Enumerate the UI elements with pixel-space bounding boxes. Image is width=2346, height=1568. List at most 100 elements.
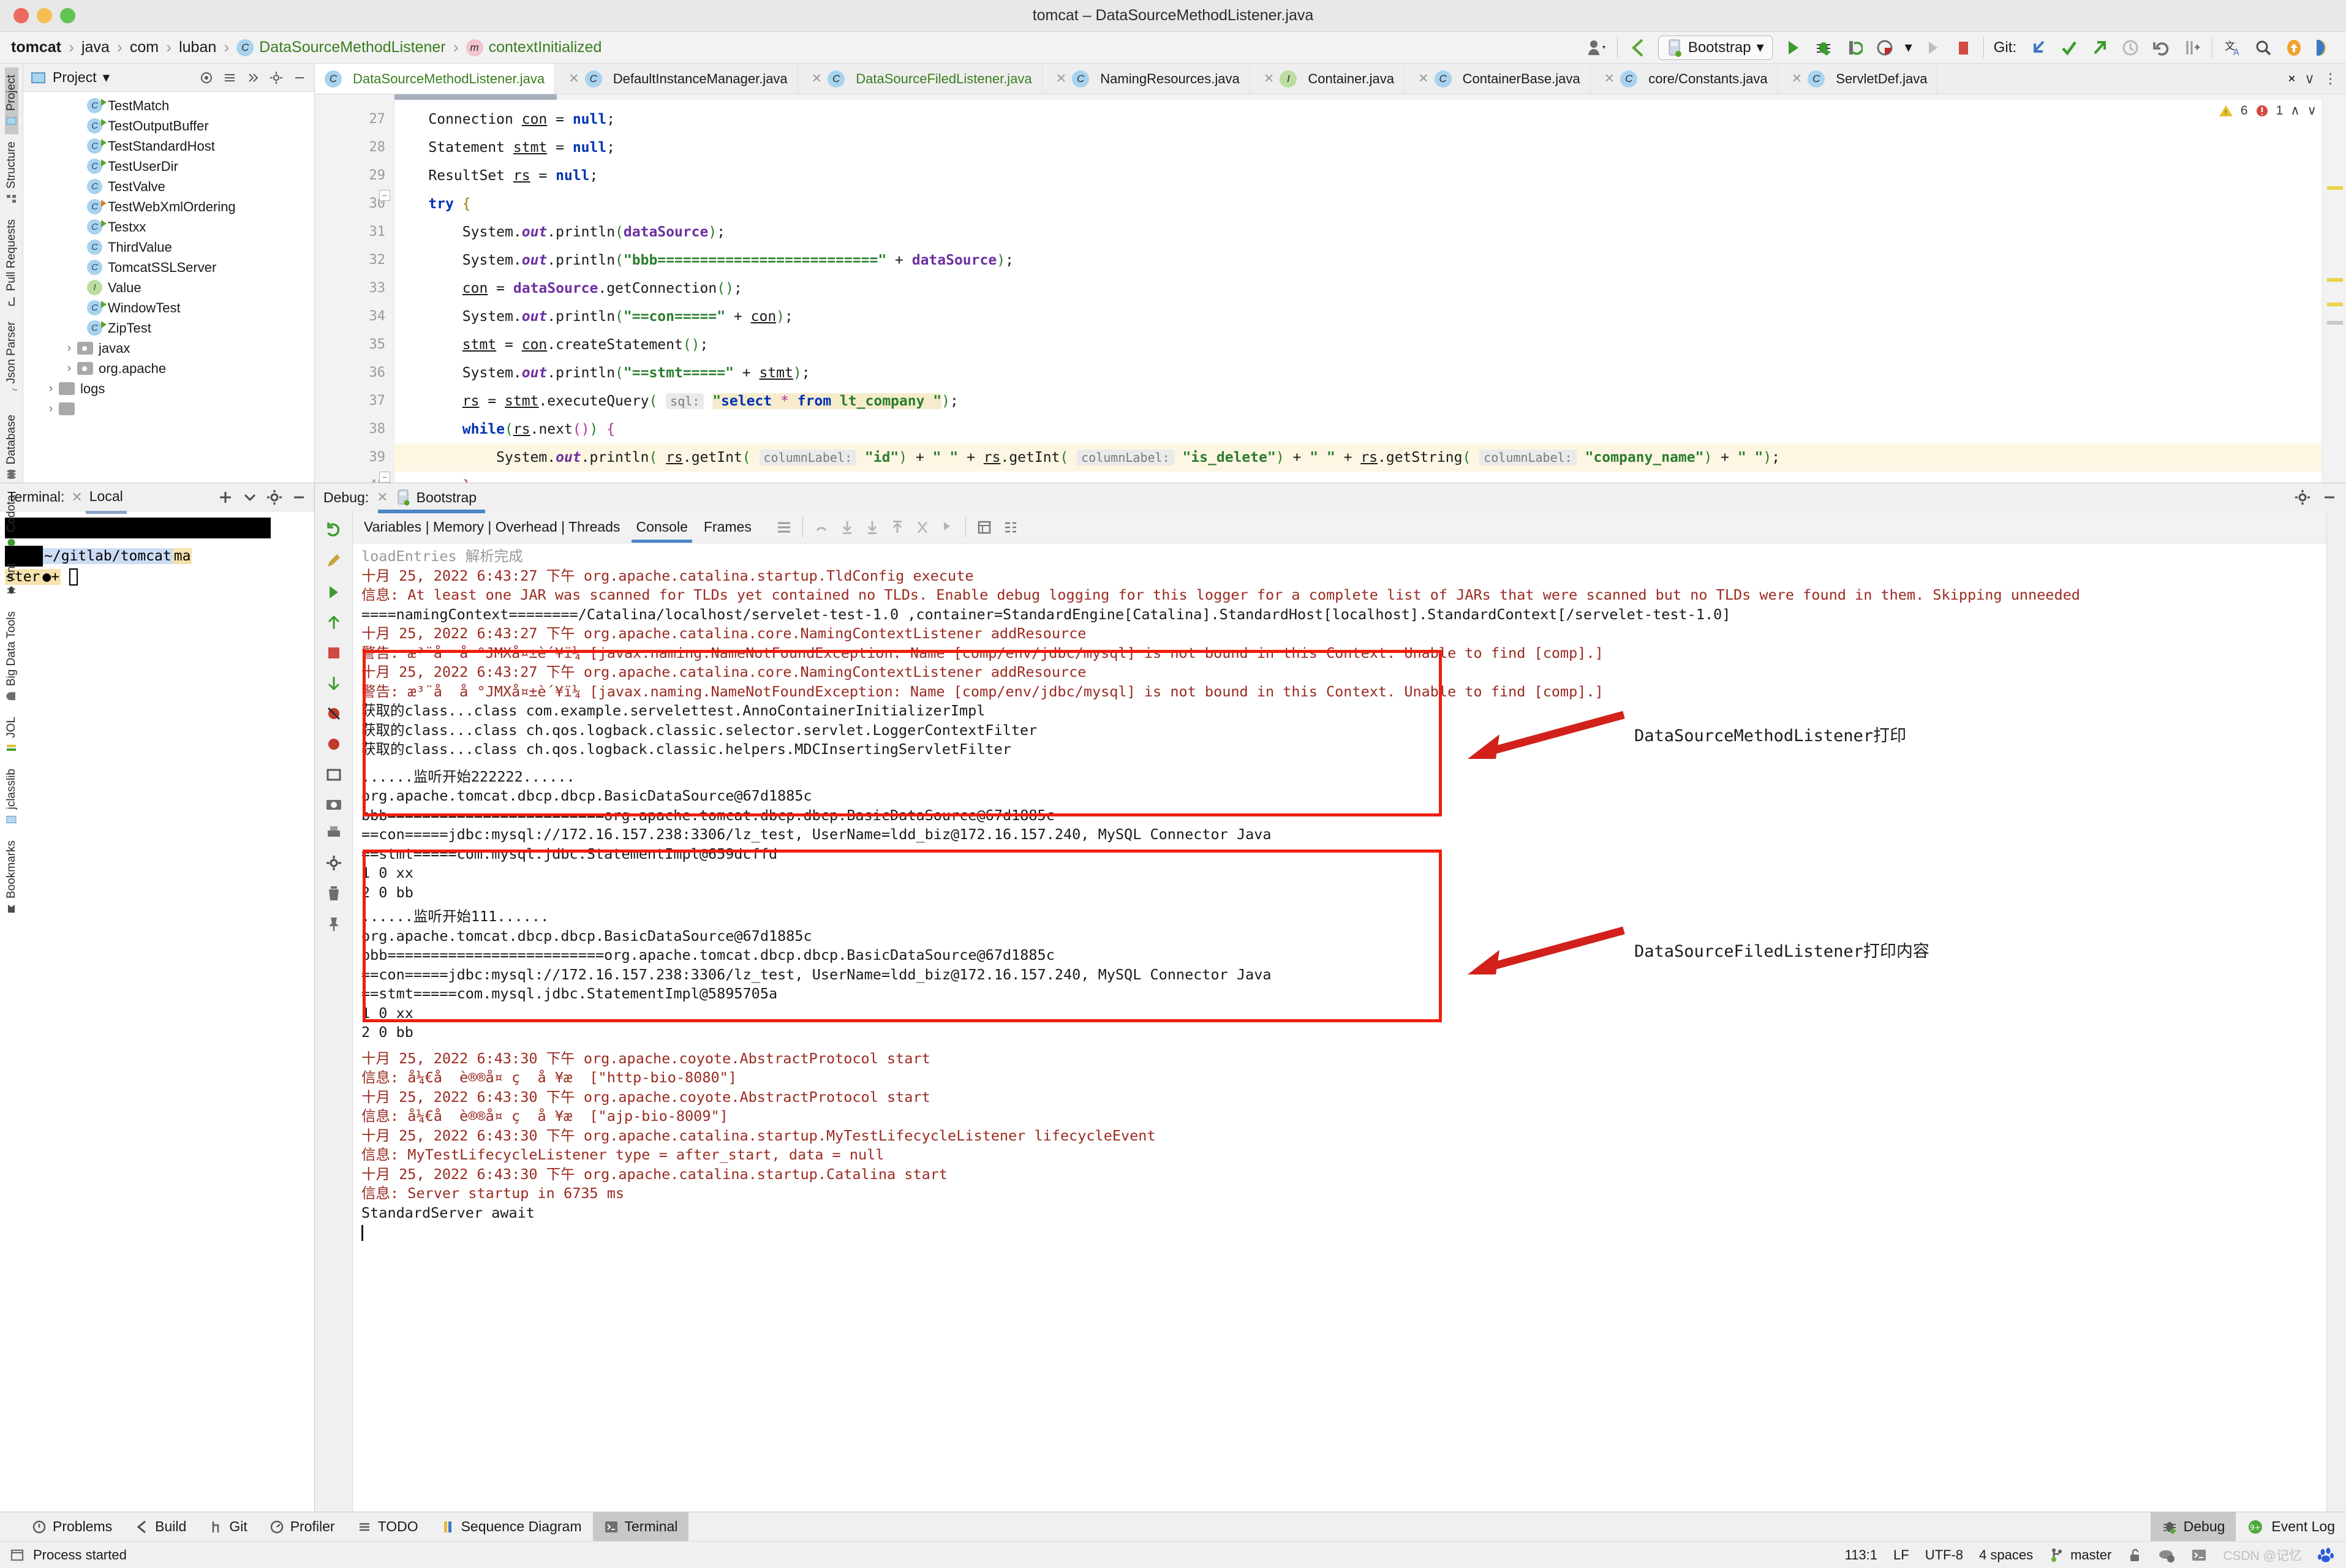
print-icon[interactable] — [325, 825, 342, 841]
back-arrow-icon[interactable] — [1627, 37, 1648, 58]
inspection-summary[interactable]: ! 6 1 ∧ ∨ — [2219, 103, 2317, 118]
close-icon[interactable]: ✕ — [812, 71, 823, 86]
plus-icon[interactable] — [217, 489, 233, 505]
tool-button-profiler[interactable]: Profiler — [258, 1512, 346, 1541]
rollback-icon[interactable] — [2151, 37, 2171, 58]
settings-gear-icon[interactable] — [269, 70, 284, 85]
chevron-down-icon[interactable]: ▾ — [103, 69, 110, 86]
camera-icon[interactable] — [325, 797, 342, 812]
tree-item[interactable]: IValue — [23, 277, 314, 298]
tab-DefaultInstanceManager[interactable]: ✕ C DefaultInstanceManager.java — [555, 64, 798, 94]
inspection-marker[interactable] — [2327, 321, 2343, 325]
sidebar-item-database[interactable]: Database — [5, 407, 18, 488]
step-into-icon[interactable] — [840, 519, 854, 535]
close-icon[interactable]: ✕ — [1604, 71, 1615, 86]
tree-item[interactable]: CTomcatSSLServer — [23, 257, 314, 277]
sidebar-item-codota[interactable]: Codota — [5, 488, 18, 556]
chevron-down-icon[interactable]: ∨ — [2307, 103, 2317, 118]
rerun-icon[interactable] — [325, 521, 343, 540]
terminal-tab-local[interactable]: Local — [89, 488, 123, 507]
drop-frame-icon[interactable] — [915, 519, 930, 535]
tool-button-sequence-diagram[interactable]: Sequence Diagram — [429, 1512, 593, 1541]
tool-button-build[interactable]: Build — [123, 1512, 197, 1541]
git-branch-widget[interactable]: master — [2049, 1547, 2111, 1563]
tab-DataSourceFiledListener[interactable]: ✕ C DataSourceFiledListener.java — [798, 64, 1043, 94]
tab-console[interactable]: Console — [636, 511, 687, 543]
close-icon[interactable]: ✕ — [1056, 71, 1067, 86]
breakpoints-icon[interactable] — [325, 736, 342, 753]
tree-item[interactable]: ›org.apache — [23, 358, 314, 379]
run-icon[interactable] — [1782, 37, 1803, 58]
gear-icon[interactable] — [2295, 489, 2310, 505]
force-step-into-icon[interactable] — [865, 519, 880, 535]
editor-inspection-strip[interactable] — [2321, 94, 2346, 483]
terminal-output[interactable]: ~/gitlab/tomcat ma ster ●+ — [0, 511, 314, 1512]
mute-breakpoints-icon[interactable] — [325, 705, 342, 722]
rerun-icon[interactable] — [1844, 37, 1865, 58]
tree-item[interactable]: CThirdValue — [23, 237, 314, 257]
breadcrumb-item-java[interactable]: java — [81, 39, 110, 56]
evaluate-icon[interactable] — [976, 519, 992, 535]
sidebar-item-project[interactable]: Project — [5, 67, 18, 134]
stop-icon[interactable] — [1953, 37, 1974, 58]
breadcrumb-item-method[interactable]: m contextInitialized — [466, 39, 602, 56]
sidebar-item-json-parser[interactable]: {} Json Parser — [5, 314, 18, 407]
chevron-down-icon[interactable]: ∨ — [2304, 70, 2315, 87]
git-commit-check-icon[interactable] — [2059, 37, 2080, 58]
sidebar-item-jclasslib[interactable]: jclasslib — [5, 761, 18, 833]
minimize-icon[interactable] — [2321, 489, 2337, 505]
inspection-marker[interactable] — [2327, 186, 2343, 190]
tab-DataSourceMethodListener[interactable]: C DataSourceMethodListener.java — [315, 64, 555, 94]
terminal-small-icon[interactable] — [2191, 1548, 2207, 1562]
code-fold-icon[interactable]: − — [379, 190, 390, 201]
close-icon[interactable]: ✕ — [71, 489, 82, 505]
tab-Container[interactable]: ✕ I Container.java — [1250, 64, 1405, 94]
tree-item-partial[interactable]: › — [23, 399, 314, 419]
sidebar-item-pull-requests[interactable]: Pull Requests — [5, 212, 18, 314]
tool-button-debug[interactable]: Debug — [2151, 1512, 2236, 1541]
step-over-icon[interactable] — [813, 519, 829, 535]
tree-item[interactable]: ›javax — [23, 338, 314, 358]
edit-pencil-icon[interactable] — [325, 553, 342, 570]
sidebar-item-big-data-tools[interactable]: Big Data Tools — [5, 604, 18, 709]
debug-session-tab[interactable]: Bootstrap — [396, 489, 477, 506]
run-configuration-selector[interactable]: Bootstrap ▾ — [1658, 36, 1773, 60]
chevron-down-icon[interactable] — [242, 489, 258, 505]
line-separator[interactable]: LF — [1893, 1547, 1909, 1563]
sidebar-item-ant[interactable]: Ant — [5, 556, 18, 604]
chevron-right-icon[interactable]: › — [43, 402, 59, 416]
tool-button-git[interactable]: Git — [197, 1512, 258, 1541]
inspection-marker[interactable] — [2327, 303, 2343, 306]
gear-icon[interactable] — [266, 489, 282, 505]
code-fold-icon[interactable]: − — [379, 472, 390, 483]
update-badge-icon[interactable] — [2284, 37, 2304, 58]
translate-icon[interactable]: 文A — [2222, 37, 2243, 58]
chevron-right-icon[interactable]: › — [61, 342, 77, 355]
tree-item[interactable]: CWindowTest — [23, 298, 314, 318]
close-icon[interactable]: ✕ — [1418, 71, 1429, 86]
close-icon[interactable]: ✕ — [377, 489, 388, 505]
tool-button-terminal[interactable]: Terminal — [593, 1512, 689, 1541]
stop-red-icon[interactable] — [326, 645, 342, 661]
git-push-icon[interactable] — [2089, 37, 2110, 58]
close-icon[interactable]: ✕ — [568, 71, 579, 86]
down-arrow-icon[interactable] — [326, 674, 342, 692]
editor-gutter[interactable]: 27 28 29 30 31 32 33 34 35 36 37 38 39 4… — [315, 94, 394, 483]
tab-core-Constants[interactable]: ✕ C core/Constants.java — [1591, 64, 1778, 94]
sidebar-item-jol[interactable]: JOL — [5, 709, 18, 761]
history-clock-icon[interactable] — [2120, 37, 2141, 58]
tab-ContainerBase[interactable]: ✕ C ContainerBase.java — [1405, 64, 1591, 94]
coverage-icon[interactable] — [1874, 37, 1895, 58]
trash-icon[interactable] — [326, 885, 342, 902]
breadcrumb-item-com[interactable]: com — [130, 39, 159, 56]
breadcrumb-item-luban[interactable]: luban — [179, 39, 216, 56]
code-editor[interactable]: 27 28 29 30 31 32 33 34 35 36 37 38 39 4… — [315, 94, 2346, 483]
tree-item[interactable]: CZipTest — [23, 318, 314, 338]
expand-icon[interactable] — [246, 70, 260, 85]
hide-icon[interactable] — [292, 70, 307, 85]
tab-frames[interactable]: Frames — [704, 511, 752, 543]
tree-item[interactable]: CTestWebXmlOrdering — [23, 197, 314, 217]
console-output[interactable]: loadEntries 解析完成 十月 25, 2022 6:43:27 下午 … — [353, 543, 2326, 1512]
unlock-icon[interactable] — [2127, 1547, 2142, 1563]
up-arrow-icon[interactable] — [326, 614, 342, 631]
